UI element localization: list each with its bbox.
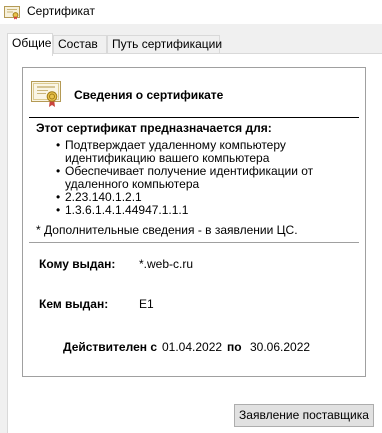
valid-from-value: 01.04.2022 [162, 340, 223, 354]
tab-general[interactable]: Общие [7, 33, 53, 56]
certificate-icon [31, 81, 61, 107]
general-tab-panel: Сведения о сертификате Этот сертификат п… [7, 53, 382, 433]
divider [29, 117, 359, 118]
purpose-heading: Этот сертификат предназначается для: [36, 121, 272, 135]
purpose-list: Подтверждает удаленному компьютеру идент… [56, 139, 359, 218]
issued-to-value[interactable]: *.web-c.ru [139, 257, 193, 271]
issued-by-value[interactable]: E1 [139, 297, 154, 311]
valid-to-value: 30.06.2022 [250, 340, 311, 354]
purpose-item: Подтверждает удаленному компьютеру идент… [56, 139, 359, 165]
valid-from-label: Действителен с [63, 340, 157, 354]
valid-to-label: по [227, 340, 242, 354]
certificate-icon [4, 6, 20, 20]
issued-to-label: Кому выдан: [39, 257, 116, 271]
tab-details[interactable]: Состав [53, 35, 107, 54]
issued-by-label: Кем выдан: [39, 297, 109, 311]
issuer-statement-button[interactable]: Заявление поставщика [234, 404, 374, 427]
tab-certification-path[interactable]: Путь сертификации [107, 35, 222, 54]
divider [29, 242, 359, 243]
certificate-info-box: Сведения о сертификате Этот сертификат п… [22, 67, 366, 377]
title-bar: Сертификат [0, 0, 382, 24]
purpose-item: 1.3.6.1.4.1.44947.1.1.1 [56, 204, 359, 218]
window-title: Сертификат [27, 4, 95, 18]
ca-statement-note: * Дополнительные сведения - в заявлении … [36, 223, 298, 237]
purpose-item: Обеспечивает получение идентификации от … [56, 165, 359, 191]
info-title: Сведения о сертификате [74, 88, 224, 102]
